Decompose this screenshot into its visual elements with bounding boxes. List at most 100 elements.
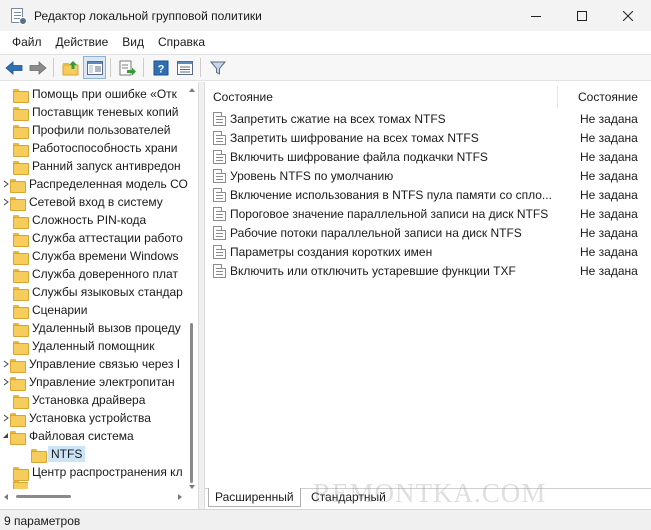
show-hide-tree-button[interactable] [83,56,106,79]
tree-item[interactable]: Установка драйвера [12,391,145,409]
tree-horizontal-scrollbar[interactable] [16,495,71,498]
folder-icon [12,481,28,489]
menu-file[interactable]: Файл [5,31,49,53]
back-button[interactable] [2,56,25,79]
close-icon [623,10,633,21]
policy-setting-icon [213,226,226,240]
tree-item[interactable]: Служба времени Windows [12,247,179,265]
folder-icon [12,286,29,301]
folder-icon [9,412,26,427]
policy-setting-icon [213,188,226,202]
tree-item[interactable]: Установка устройства [0,409,151,427]
setting-row[interactable]: Запретить сжатие на всех томах NTFS Не за… [205,109,651,128]
tree-vertical-scrollbar[interactable] [190,323,193,483]
tree-item[interactable]: Профили пользователей [12,121,170,139]
window-title: Редактор локальной групповой политики [34,8,262,23]
policy-setting-icon [213,169,226,183]
folder-icon [12,142,29,157]
folder-icon [30,448,47,463]
tree-item[interactable]: Распределенная модель СО [0,175,188,193]
tree-item[interactable]: Сетевой вход в систему [0,193,163,211]
toolbar: ? [0,54,651,81]
folder-icon [12,394,29,409]
properties-view-icon [176,60,193,75]
policy-setting-icon [213,131,226,145]
folder-icon [9,196,26,211]
tree-item[interactable]: Ранний запуск антивредон [12,157,181,175]
tree-pane[interactable]: Помощь при ошибке «Отк Поставщик теневых… [0,82,198,509]
up-folder-icon [62,60,78,75]
tree-item[interactable]: Управление электропитан [0,373,175,391]
policy-setting-icon [213,207,226,221]
help-button[interactable]: ? [149,56,172,79]
menu-bar: Файл Действие Вид Справка [0,31,651,53]
setting-row[interactable]: Пороговое значение параллельной записи н… [205,204,651,223]
tree-scroll-left-icon[interactable] [4,494,8,500]
toolbar-separator [110,58,111,77]
properties-view-button[interactable] [173,56,196,79]
title-bar: Редактор локальной групповой политики [0,0,651,31]
toolbar-separator [200,58,201,77]
tree-scroll-right-icon[interactable] [178,494,182,500]
tree-item[interactable]: Работоспособность храни [12,139,178,157]
column-header-name[interactable]: Состояние [213,90,273,104]
export-list-button[interactable] [116,56,139,79]
show-hide-tree-icon [86,60,103,75]
tree-item[interactable]: Служба аттестации работо [12,229,183,247]
setting-row[interactable]: Рабочие потоки параллельной записи на ди… [205,223,651,242]
export-list-icon [119,60,136,75]
tree-item[interactable]: Удаленный вызов процеду [12,319,181,337]
policy-setting-icon [213,150,226,164]
status-bar: 9 параметров [0,509,651,530]
folder-icon [12,124,29,139]
folder-icon [12,340,29,355]
folder-icon [12,232,29,247]
policy-setting-icon [213,264,226,278]
tree-item[interactable]: Службы языковых стандар [12,283,183,301]
folder-icon [12,250,29,265]
tree-item[interactable]: Сложность PIN-кода [12,211,146,229]
close-button[interactable] [605,0,651,31]
column-divider[interactable] [557,86,558,108]
folder-icon [12,466,29,481]
menu-view[interactable]: Вид [115,31,151,53]
status-text: 9 параметров [4,514,81,528]
setting-row[interactable]: Параметры создания коротких имен Не задан… [205,242,651,261]
tab-standard[interactable]: Стандартный [305,488,392,507]
tree-item[interactable]: Помощь при ошибке «Отк [12,85,177,103]
tree-item[interactable]: Сценарии [12,301,87,319]
tree-scroll-up-icon[interactable] [189,88,195,92]
filter-button[interactable] [206,56,229,79]
forward-icon [29,60,47,75]
menu-action[interactable]: Действие [49,31,116,53]
tree-item-selected[interactable]: NTFS [30,445,86,463]
tree-item[interactable]: Поставщик теневых копий [12,103,179,121]
tree-item[interactable]: Центр распространения кл [12,463,183,481]
tree-item[interactable]: Файловая система [0,427,134,445]
pane-splitter[interactable] [198,82,205,509]
tab-extended[interactable]: Расширенный [208,488,301,507]
tree-scroll-down-icon[interactable] [189,485,195,489]
setting-row[interactable]: Включить шифрование файла подкачки NTFS Н… [205,147,651,166]
folder-icon [9,358,26,373]
gpedit-app-icon [10,7,27,25]
maximize-button[interactable] [559,0,605,31]
column-header-state[interactable]: Состояние [578,90,638,104]
tree-item[interactable]: Управление связью через I [0,355,180,373]
forward-button[interactable] [26,56,49,79]
folder-icon [12,304,29,319]
toolbar-separator [143,58,144,77]
setting-row[interactable]: Включить или отключить устаревшие функци… [205,261,651,280]
policy-setting-icon [213,245,226,259]
policy-setting-icon [213,112,226,126]
tree-item[interactable]: Удаленный помощник [12,337,155,355]
up-level-button[interactable] [59,56,82,79]
tree-item[interactable]: Служба доверенного плат [12,265,178,283]
setting-row[interactable]: Запретить шифрование на всех томах NTFS Н… [205,128,651,147]
folder-icon [9,376,26,391]
folder-icon [12,106,29,121]
minimize-button[interactable] [513,0,559,31]
setting-row[interactable]: Уровень NTFS по умолчанию Не задана [205,166,651,185]
menu-help[interactable]: Справка [151,31,212,53]
setting-row[interactable]: Включение использования в NTFS пула памя… [205,185,651,204]
